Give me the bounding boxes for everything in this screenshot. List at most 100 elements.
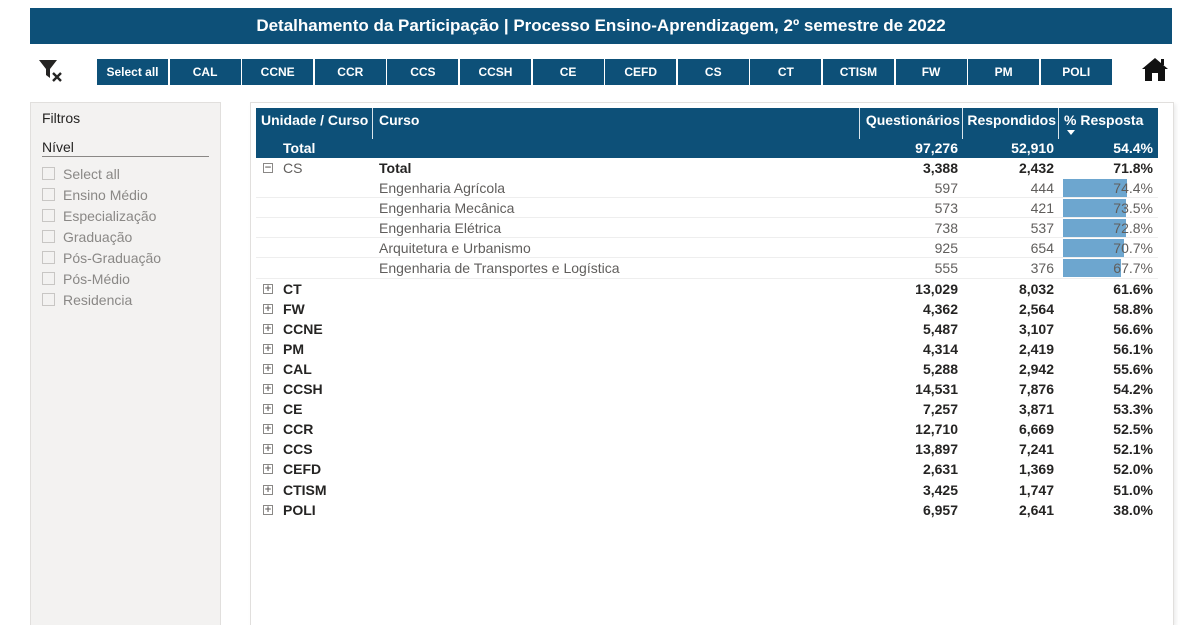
filter-option-label: Ensino Médio xyxy=(63,186,148,203)
slicer-button-ctism[interactable]: CTISM xyxy=(822,59,894,85)
unit-row-ccr: + CCR 12,710 6,669 52.5% xyxy=(256,419,1158,439)
unit-row-ce: + CE 7,257 3,871 53.3% xyxy=(256,399,1158,419)
grand-total-row: Total 97,276 52,910 54.4% xyxy=(256,139,1158,158)
slicer-button-fw[interactable]: FW xyxy=(895,59,967,85)
filter-option[interactable]: Pós-Graduação xyxy=(42,247,161,268)
expand-icon[interactable]: + xyxy=(263,444,273,455)
sort-desc-icon xyxy=(1067,130,1075,135)
filter-clear-icon xyxy=(39,60,62,82)
expand-icon[interactable]: + xyxy=(263,343,273,354)
expand-icon[interactable]: + xyxy=(263,424,273,435)
cell-n3: 52.0% xyxy=(1113,461,1153,478)
checkbox[interactable] xyxy=(42,167,55,180)
course-row: Engenharia Mecânica 573 421 73.5% xyxy=(256,198,1158,219)
slicer-button-ccr[interactable]: CCR xyxy=(314,59,386,85)
unit-row-cal: + CAL 5,288 2,942 55.6% xyxy=(256,359,1158,379)
expand-icon[interactable]: + xyxy=(263,363,273,374)
cell-n1: 13,897 xyxy=(915,441,958,458)
unit-row-ccsh: + CCSH 14,531 7,876 54.2% xyxy=(256,379,1158,399)
slicer-button-cs[interactable]: CS xyxy=(677,59,749,85)
cell-n1: 925 xyxy=(934,240,958,257)
cell-n3: 54.2% xyxy=(1113,381,1153,398)
grand-total-label: Total xyxy=(283,140,316,156)
slicer-button-poli[interactable]: POLI xyxy=(1040,59,1112,85)
expand-icon[interactable]: + xyxy=(263,283,273,294)
cell-n3: 73.5% xyxy=(1113,200,1153,217)
slicer-button-ccs[interactable]: CCS xyxy=(387,59,459,85)
slicer-button-ce[interactable]: CE xyxy=(532,59,604,85)
cell-unit: CAL xyxy=(283,360,312,377)
slicer-button-ct[interactable]: CT xyxy=(750,59,822,85)
expand-icon[interactable]: + xyxy=(263,464,273,475)
checkbox[interactable] xyxy=(42,230,55,243)
filter-option[interactable]: Residencia xyxy=(42,289,161,310)
slicer-button-cefd[interactable]: CEFD xyxy=(605,59,677,85)
cell-n2: 2,432 xyxy=(1018,160,1054,176)
course-row: Engenharia Agrícola 597 444 74.4% xyxy=(256,178,1158,199)
cell-n2: 7,876 xyxy=(1018,381,1054,398)
checkbox[interactable] xyxy=(42,188,55,201)
checkbox[interactable] xyxy=(42,272,55,285)
cell-n3: 67.7% xyxy=(1113,260,1153,277)
filter-option-label: Select all xyxy=(63,165,120,182)
page-title: Detalhamento da Participação | Processo … xyxy=(30,8,1172,44)
expand-icon[interactable]: + xyxy=(263,323,273,334)
unit-row-ccne: + CCNE 5,487 3,107 56.6% xyxy=(256,319,1158,339)
header-percent-resposta[interactable]: % Resposta xyxy=(1064,112,1143,128)
header-respondidos[interactable]: Respondidos xyxy=(967,112,1056,128)
cell-unit: CE xyxy=(283,401,303,418)
cell-n1: 3,388 xyxy=(922,160,958,176)
filters-title: Filtros xyxy=(42,110,81,126)
cell-n3: 74.4% xyxy=(1113,180,1153,197)
filter-option-label: Pós-Médio xyxy=(63,270,130,287)
unit-slicer: Select all CAL CCNE CCR CCS CCSH CE CEFD CS CT CTI… xyxy=(97,59,1113,85)
cell-n2: 2,942 xyxy=(1018,360,1054,377)
slicer-button-cal[interactable]: CAL xyxy=(169,59,241,85)
cell-n3: 53.3% xyxy=(1113,401,1153,418)
header-unidade-curso[interactable]: Unidade / Curso xyxy=(261,112,368,128)
slicer-button-ccne[interactable]: CCNE xyxy=(242,59,314,85)
slicer-button-select-all[interactable]: Select all xyxy=(97,59,168,85)
expand-icon[interactable]: + xyxy=(263,303,273,314)
filter-option[interactable]: Especialização xyxy=(42,205,161,226)
cell-n3: 61.6% xyxy=(1113,280,1153,297)
filter-option[interactable]: Ensino Médio xyxy=(42,184,161,205)
cell-n1: 5,487 xyxy=(922,320,958,337)
cell-n2: 2,419 xyxy=(1018,340,1054,357)
checkbox[interactable] xyxy=(42,251,55,264)
expand-icon[interactable]: + xyxy=(263,504,273,515)
filter-option-label: Residencia xyxy=(63,291,133,308)
grand-total-questionarios: 97,276 xyxy=(915,140,958,156)
home-button[interactable] xyxy=(1139,54,1171,84)
cell-n3: 58.8% xyxy=(1113,300,1153,317)
cell-n3: 38.0% xyxy=(1113,501,1153,518)
checkbox[interactable] xyxy=(42,293,55,306)
cell-unit: POLI xyxy=(283,501,316,518)
filter-option[interactable]: Pós-Médio xyxy=(42,268,161,289)
matrix-header: Unidade / Curso Curso Questionários Resp… xyxy=(256,108,1158,161)
cell-n3: 72.8% xyxy=(1113,220,1153,237)
expand-icon[interactable]: + xyxy=(263,404,273,415)
filter-option[interactable]: Graduação xyxy=(42,226,161,247)
header-curso[interactable]: Curso xyxy=(379,112,419,128)
cell-n1: 14,531 xyxy=(915,381,958,398)
slicer-button-pm[interactable]: PM xyxy=(968,59,1040,85)
filter-option[interactable]: Select all xyxy=(42,163,161,184)
cell-unit: CCR xyxy=(283,421,314,438)
cell-curso: Total xyxy=(379,160,412,176)
expand-icon[interactable]: + xyxy=(263,384,273,395)
expand-icon[interactable]: + xyxy=(263,484,273,495)
cell-n3: 51.0% xyxy=(1113,481,1153,498)
collapse-icon[interactable]: − xyxy=(263,163,273,173)
cell-n1: 13,029 xyxy=(915,280,958,297)
filter-option-label: Especialização xyxy=(63,207,157,224)
header-questionarios[interactable]: Questionários xyxy=(866,112,960,128)
checkbox[interactable] xyxy=(42,209,55,222)
cell-unit: CCNE xyxy=(283,320,323,337)
cell-unit: FW xyxy=(283,300,305,317)
cell-unit: CT xyxy=(283,280,302,297)
slicer-button-ccsh[interactable]: CCSH xyxy=(459,59,531,85)
clear-filters-button[interactable] xyxy=(36,56,64,84)
cell-n2: 1,369 xyxy=(1018,461,1054,478)
cell-n2: 8,032 xyxy=(1018,280,1054,297)
